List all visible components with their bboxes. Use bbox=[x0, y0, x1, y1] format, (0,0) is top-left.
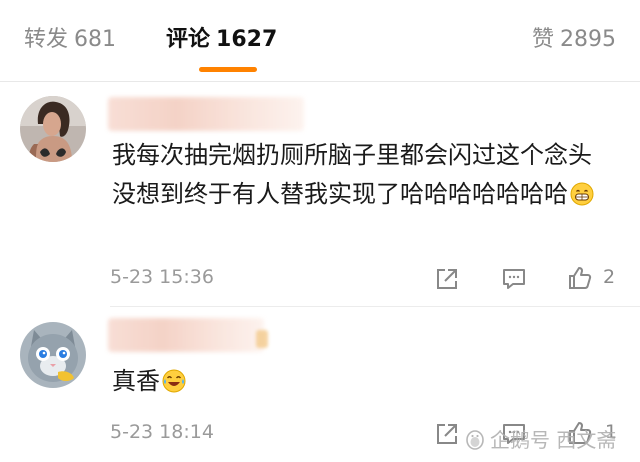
comment-icon[interactable] bbox=[501, 266, 527, 292]
comment-text: 真香 bbox=[112, 362, 186, 401]
watermark-text: 企鹅号 西文斋 bbox=[490, 428, 617, 452]
grin-emoji-icon bbox=[570, 182, 594, 206]
comment-text: 我每次抽完烟扔厕所脑子里都会闪过这个念头 没想到终于有人替我实现了哈哈哈哈哈哈哈 bbox=[112, 136, 612, 214]
comment-separator bbox=[110, 306, 640, 307]
blurred-username bbox=[108, 97, 304, 131]
comment-text-content: 真香 bbox=[112, 367, 160, 395]
comment-text-content: 我每次抽完烟扔厕所脑子里都会闪过这个念头 没想到终于有人替我实现了哈哈哈哈哈哈哈 bbox=[112, 141, 592, 208]
tab-likes-count: 2895 bbox=[560, 27, 616, 52]
tab-reposts-label: 转发 bbox=[24, 27, 69, 52]
share-icon[interactable] bbox=[434, 421, 460, 447]
avatar[interactable] bbox=[20, 322, 86, 388]
blurred-username bbox=[108, 318, 264, 352]
tab-reposts-count: 681 bbox=[74, 27, 117, 52]
avatar[interactable] bbox=[20, 96, 86, 162]
like-count: 2 bbox=[603, 266, 616, 288]
comment-timestamp: 5-23 18:14 bbox=[110, 421, 214, 443]
tab-comments[interactable]: 评论 1627 bbox=[166, 22, 277, 58]
tab-reposts[interactable]: 转发 681 bbox=[24, 22, 116, 58]
share-icon[interactable] bbox=[434, 266, 460, 292]
thumbs-up-icon[interactable] bbox=[567, 265, 593, 291]
active-tab-indicator bbox=[199, 67, 257, 72]
tabs-divider bbox=[0, 81, 640, 82]
laugh-cry-emoji-icon bbox=[162, 369, 186, 393]
comment-timestamp: 5-23 15:36 bbox=[110, 266, 214, 288]
cat-avatar-icon bbox=[20, 322, 86, 388]
woman-photo-avatar-icon bbox=[20, 96, 86, 162]
penguin-logo-icon bbox=[466, 430, 484, 450]
tab-likes-label: 赞 bbox=[531, 27, 554, 52]
tab-likes[interactable]: 赞 2895 bbox=[532, 22, 616, 58]
blurred-badge bbox=[256, 330, 268, 348]
comment-tabs: 转发 681 评论 1627 赞 2895 bbox=[0, 0, 640, 80]
tab-comments-label: 评论 bbox=[166, 27, 211, 52]
watermark: 企鹅号 西文斋 bbox=[464, 424, 616, 453]
tab-comments-count: 1627 bbox=[216, 27, 278, 52]
